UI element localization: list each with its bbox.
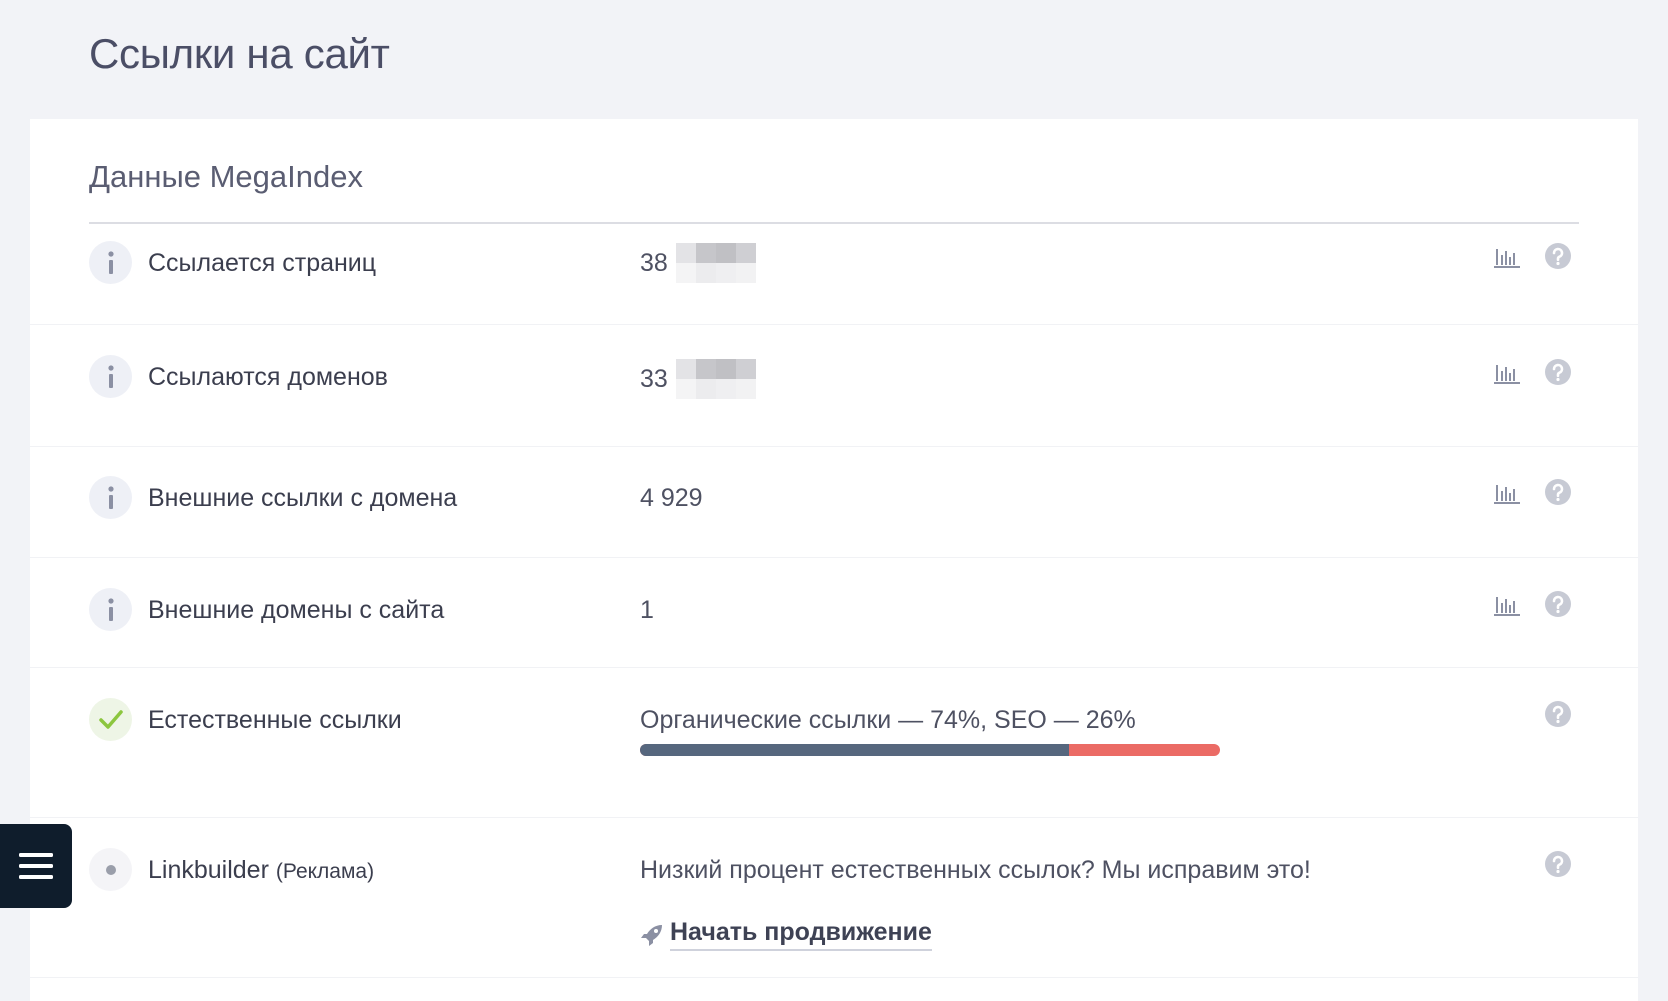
bar-chart-icon[interactable] (1494, 245, 1520, 269)
bar-chart-icon[interactable] (1494, 361, 1520, 385)
info-icon[interactable] (89, 241, 132, 284)
bar-chart-icon[interactable] (1494, 593, 1520, 617)
help-icon[interactable] (1544, 478, 1572, 506)
start-promotion-link[interactable]: Начать продвижение (640, 918, 932, 951)
blurred-value (675, 359, 756, 399)
linkbuilder-row: Linkbuilder (Реклама) Низкий процент ест… (30, 818, 1638, 978)
dot-icon (89, 848, 132, 891)
check-icon (89, 698, 132, 741)
row-value: 38 (640, 243, 756, 283)
row-label: Ссылаются доменов (148, 363, 388, 391)
help-icon[interactable] (1544, 590, 1572, 618)
help-icon[interactable] (1544, 850, 1572, 878)
card-divider (89, 222, 1579, 224)
info-icon[interactable] (89, 588, 132, 631)
metric-row-linking-pages: Ссылается страниц 38 (30, 225, 1638, 325)
card-title: Данные MegaIndex (89, 159, 363, 194)
row-value: 33 (640, 359, 756, 399)
row-label: Ссылается страниц (148, 249, 377, 277)
info-icon[interactable] (89, 355, 132, 398)
menu-button[interactable] (0, 824, 72, 908)
natural-links-progress-bar (640, 744, 1220, 756)
organic-share-fill (640, 744, 1070, 756)
row-value: 1 (640, 596, 654, 624)
hamburger-icon (19, 853, 53, 879)
metric-row-external-links: Внешние ссылки с домена 4 929 (30, 447, 1638, 558)
blurred-value (675, 243, 756, 283)
metric-row-natural-links: Естественные ссылки Органические ссылки … (30, 668, 1638, 818)
row-label: Внешние домены с сайта (148, 596, 445, 624)
row-label: Естественные ссылки (148, 706, 402, 734)
promo-text: Низкий процент естественных ссылок? Мы и… (640, 856, 1311, 884)
help-icon[interactable] (1544, 700, 1572, 728)
megaindex-card: Данные MegaIndex Ссылается страниц 38 Сс… (30, 119, 1638, 1001)
metric-row-linking-domains: Ссылаются доменов 33 (30, 325, 1638, 447)
row-label: Linkbuilder (Реклама) (148, 856, 375, 884)
metric-row-external-domains: Внешние домены с сайта 1 (30, 558, 1638, 668)
help-icon[interactable] (1544, 358, 1572, 386)
bar-chart-icon[interactable] (1494, 481, 1520, 505)
help-icon[interactable] (1544, 242, 1572, 270)
row-value: 4 929 (640, 484, 703, 512)
info-icon[interactable] (89, 476, 132, 519)
page-title: Ссылки на сайт (89, 30, 390, 77)
rocket-icon (641, 924, 662, 946)
natural-links-summary: Органические ссылки — 74%, SEO — 26% (640, 706, 1136, 734)
row-label: Внешние ссылки с домена (148, 484, 458, 512)
